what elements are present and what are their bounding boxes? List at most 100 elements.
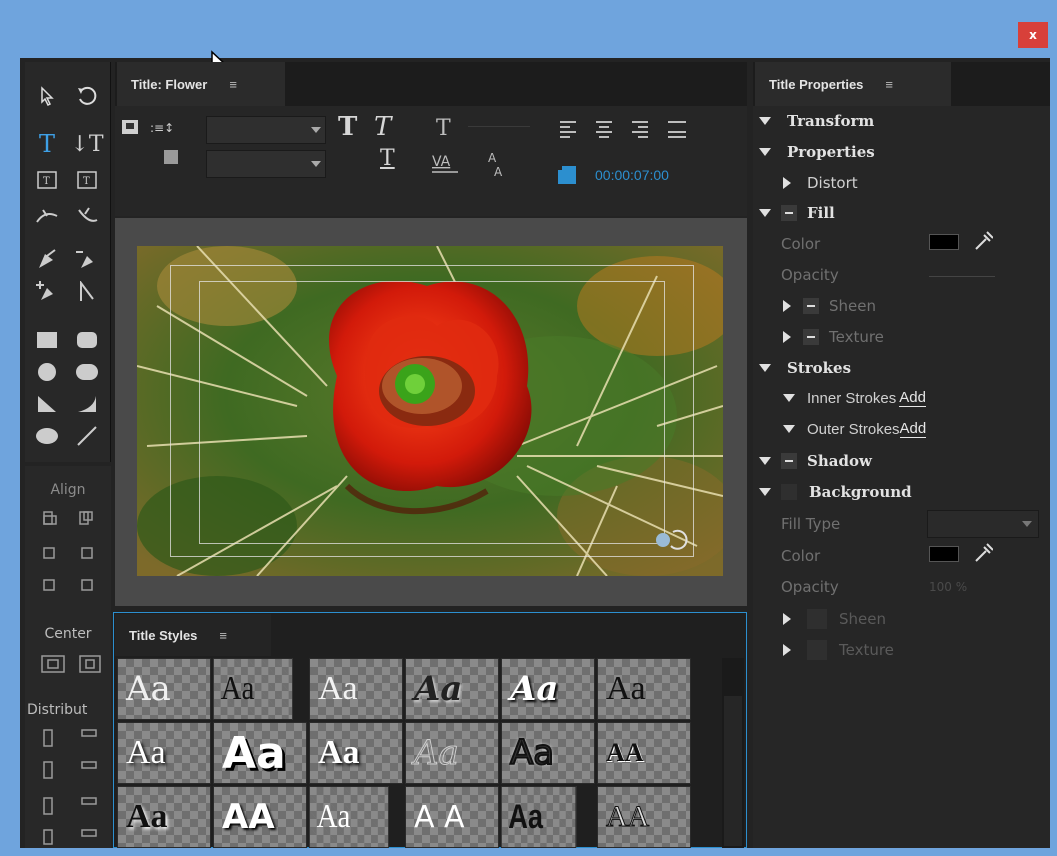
convert-anchor-point-tool-icon[interactable]	[73, 278, 101, 306]
fill-section[interactable]: Fill	[759, 201, 835, 225]
outer-strokes-add-link[interactable]: Add	[899, 420, 927, 438]
rounded-rectangle-tool-icon[interactable]	[73, 326, 101, 354]
vertical-path-type-tool-icon[interactable]	[73, 202, 101, 230]
font-family-dropdown[interactable]	[206, 116, 326, 144]
timecode[interactable]: 00:00:07:00	[595, 167, 669, 183]
new-title-icons[interactable]: :≡↕	[120, 118, 180, 178]
rounded-corner-rectangle-tool-icon[interactable]	[73, 358, 101, 386]
style-swatch[interactable]: Aa	[405, 722, 499, 784]
style-swatch[interactable]: Aa	[117, 658, 211, 720]
bg-color-swatch[interactable]	[929, 546, 959, 562]
align-buttons-icon[interactable]	[40, 508, 104, 608]
background-checkbox[interactable]	[781, 484, 797, 500]
wedge-tool-icon[interactable]	[33, 390, 61, 418]
font-size-icon[interactable]: T	[436, 116, 451, 141]
delete-anchor-point-tool-icon[interactable]	[73, 246, 101, 274]
bg-texture-checkbox[interactable]	[807, 640, 827, 660]
rotate-handle-icon[interactable]	[653, 526, 693, 554]
bg-sheen-section[interactable]: Sheen	[783, 607, 886, 631]
style-swatch[interactable]: Aa	[309, 658, 403, 720]
transform-section[interactable]: Transform	[759, 109, 874, 133]
center-buttons-icon[interactable]	[40, 652, 104, 678]
bg-texture-section[interactable]: Texture	[783, 638, 894, 662]
inner-strokes-row[interactable]: Inner Strokes Add	[783, 386, 926, 410]
align-section-label: Align	[50, 482, 86, 498]
inner-strokes-add-link[interactable]: Add	[899, 389, 926, 407]
expand-icon	[759, 148, 771, 156]
style-swatch[interactable]: Aa	[117, 722, 211, 784]
bg-opacity-value[interactable]: 100 %	[929, 580, 967, 594]
style-swatch[interactable]: A A	[405, 786, 499, 848]
style-swatch[interactable]: Aa	[309, 722, 403, 784]
properties-section[interactable]: Properties	[759, 140, 875, 164]
roll-crawl-icon[interactable]	[556, 164, 580, 188]
expand-icon	[759, 488, 771, 496]
italic-icon[interactable]: T	[374, 112, 391, 142]
oval-tool-icon[interactable]	[33, 422, 61, 450]
style-swatch[interactable]: Aa	[405, 658, 499, 720]
styles-scrollbar-thumb[interactable]	[724, 696, 742, 846]
strokes-section[interactable]: Strokes	[759, 356, 851, 380]
selection-tool-icon[interactable]	[33, 82, 61, 110]
sheen-section[interactable]: Sheen	[783, 294, 876, 318]
properties-menu-icon[interactable]: ≡	[885, 77, 893, 92]
styles-menu-icon[interactable]: ≡	[219, 628, 227, 643]
rectangle-tool-icon[interactable]	[33, 326, 61, 354]
distort-section[interactable]: Distort	[783, 171, 858, 195]
font-style-dropdown[interactable]	[206, 150, 326, 178]
style-swatch[interactable]: Aa	[213, 722, 307, 784]
style-swatch[interactable]: Aa	[213, 658, 293, 720]
vertical-type-tool-icon[interactable]: ↓T	[70, 130, 103, 158]
bold-icon[interactable]: T	[338, 112, 357, 142]
bg-eyedropper-icon[interactable]	[973, 542, 993, 564]
expand-icon	[759, 457, 771, 465]
ellipse-tool-icon[interactable]	[33, 358, 61, 386]
style-swatch[interactable]: Aa	[501, 722, 595, 784]
bg-sheen-checkbox[interactable]	[807, 609, 827, 629]
fill-opacity-field[interactable]	[929, 276, 995, 277]
style-swatch[interactable]: Aa	[117, 786, 211, 848]
tab-title-flower[interactable]: Title: Flower ≡	[117, 62, 285, 106]
outer-strokes-row[interactable]: Outer Strokes Add	[783, 417, 927, 441]
style-swatch[interactable]: Aa	[597, 658, 691, 720]
close-button[interactable]: x	[1018, 22, 1048, 48]
fill-type-dropdown[interactable]	[927, 510, 1039, 538]
vertical-area-type-tool-icon[interactable]: T	[73, 166, 101, 194]
style-swatch[interactable]: AA	[597, 786, 691, 848]
fill-color-swatch[interactable]	[929, 234, 959, 250]
sheen-checkbox[interactable]	[803, 298, 819, 314]
pen-tool-icon[interactable]	[33, 246, 61, 274]
eyedropper-icon[interactable]	[973, 230, 993, 252]
leading-icon[interactable]: A A	[484, 148, 514, 180]
style-swatch[interactable]: Aa	[309, 786, 389, 848]
line-tool-icon[interactable]	[73, 422, 101, 450]
shadow-checkbox[interactable]	[781, 453, 797, 469]
add-anchor-point-tool-icon[interactable]	[33, 278, 61, 306]
bg-opacity-value-row[interactable]: 100 %	[929, 575, 967, 599]
style-swatch[interactable]: Aa	[501, 658, 595, 720]
title-safe-area	[199, 281, 665, 544]
area-type-tool-icon[interactable]: T	[33, 166, 61, 194]
path-type-tool-icon[interactable]	[33, 202, 61, 230]
style-swatch[interactable]: AA	[213, 786, 307, 848]
type-tool-icon[interactable]: T	[33, 130, 61, 158]
style-swatch[interactable]: AA	[597, 722, 691, 784]
distribute-buttons-icon[interactable]	[40, 726, 104, 848]
rotation-tool-icon[interactable]	[73, 82, 101, 110]
tab-title-properties[interactable]: Title Properties ≡	[755, 62, 951, 106]
properties-label: Properties	[787, 143, 875, 161]
texture-section[interactable]: Texture	[783, 325, 884, 349]
arc-tool-icon[interactable]	[73, 390, 101, 418]
panel-menu-icon[interactable]: ≡	[229, 77, 237, 92]
background-section[interactable]: Background	[759, 480, 912, 504]
text-align-icons[interactable]	[556, 118, 716, 142]
underline-icon[interactable]: T	[380, 146, 395, 171]
shadow-section[interactable]: Shadow	[759, 449, 872, 473]
fill-checkbox[interactable]	[781, 205, 797, 221]
svg-text:A: A	[488, 151, 497, 165]
tab-title-styles[interactable]: Title Styles ≡	[115, 614, 271, 656]
font-size-field[interactable]	[468, 126, 530, 127]
texture-checkbox[interactable]	[803, 329, 819, 345]
kerning-icon[interactable]: VA	[428, 150, 468, 178]
style-swatch[interactable]: Aa	[501, 786, 577, 848]
